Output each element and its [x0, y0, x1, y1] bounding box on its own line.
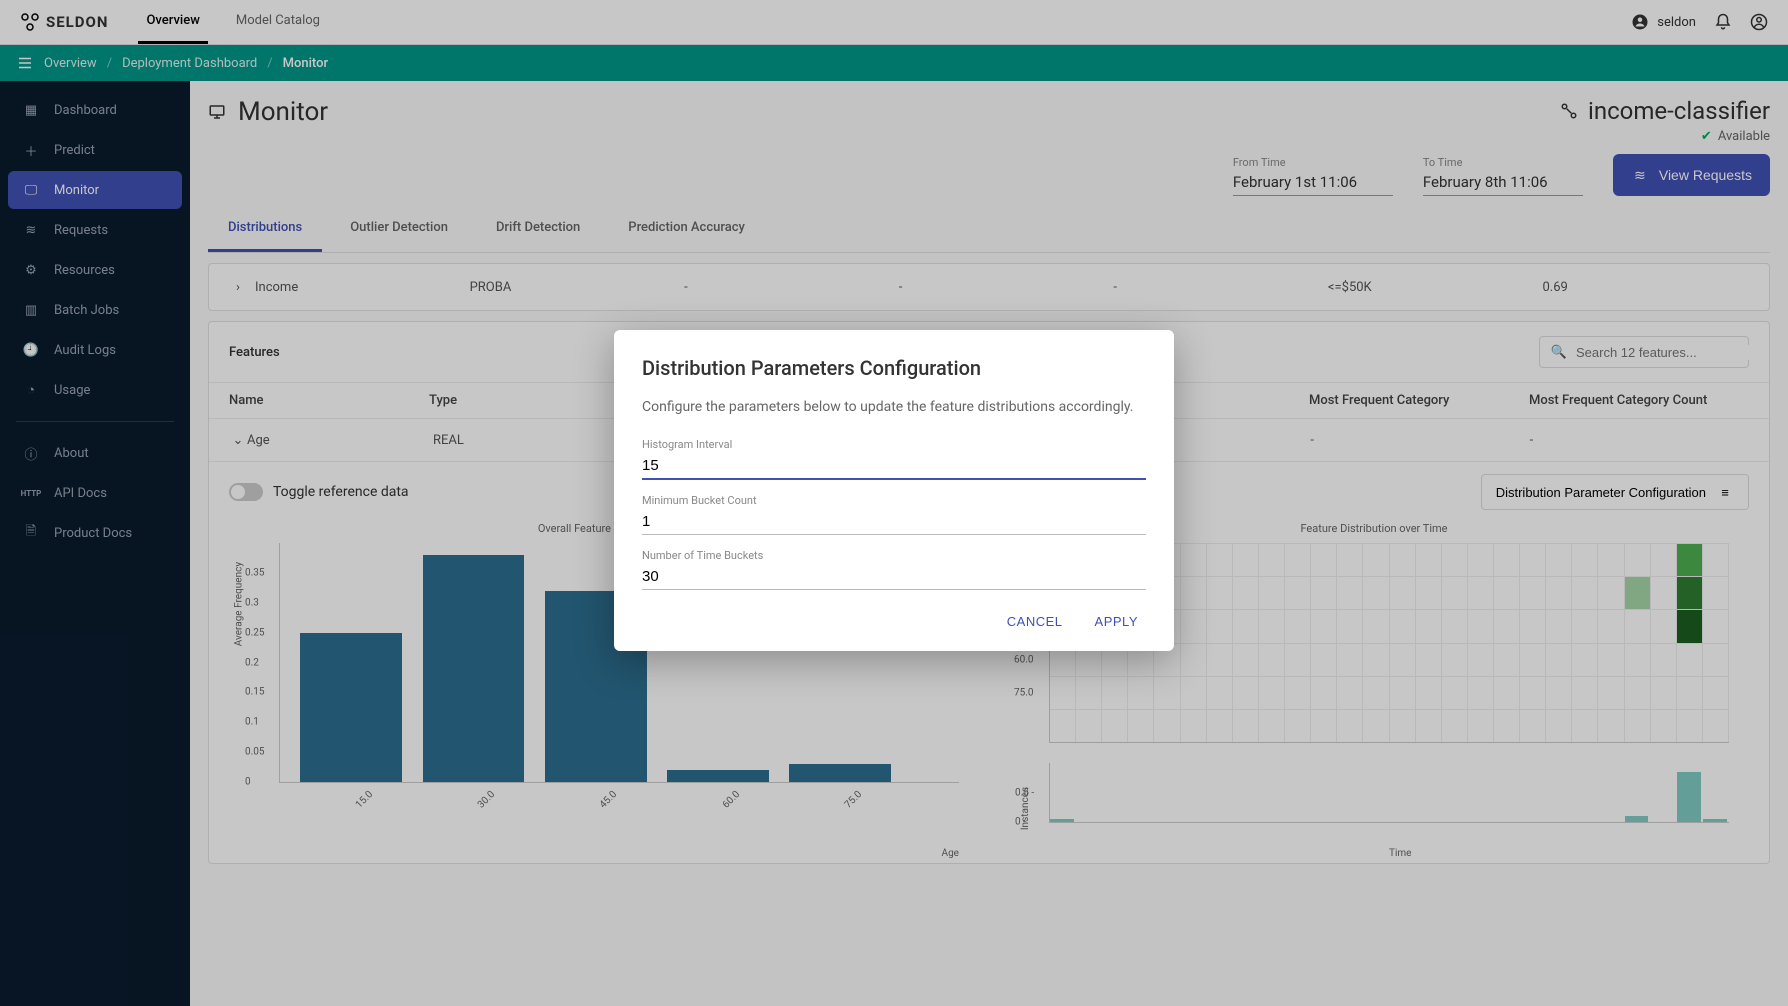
- modal-overlay[interactable]: Distribution Parameters Configuration Co…: [0, 0, 1788, 1006]
- dist-params-modal: Distribution Parameters Configuration Co…: [614, 330, 1174, 651]
- field-label: Histogram Interval: [642, 438, 1146, 451]
- apply-button[interactable]: APPLY: [1087, 608, 1146, 635]
- min-bucket-input[interactable]: [642, 509, 1146, 535]
- field-label: Minimum Bucket Count: [642, 494, 1146, 507]
- field-time-buckets: Number of Time Buckets: [642, 549, 1146, 590]
- cancel-button[interactable]: CANCEL: [999, 608, 1071, 635]
- modal-title: Distribution Parameters Configuration: [642, 356, 1146, 380]
- time-buckets-input[interactable]: [642, 564, 1146, 590]
- field-histogram-interval: Histogram Interval: [642, 438, 1146, 480]
- field-label: Number of Time Buckets: [642, 549, 1146, 562]
- modal-desc: Configure the parameters below to update…: [642, 398, 1146, 418]
- histogram-interval-input[interactable]: [642, 453, 1146, 480]
- field-min-bucket: Minimum Bucket Count: [642, 494, 1146, 535]
- modal-actions: CANCEL APPLY: [642, 608, 1146, 635]
